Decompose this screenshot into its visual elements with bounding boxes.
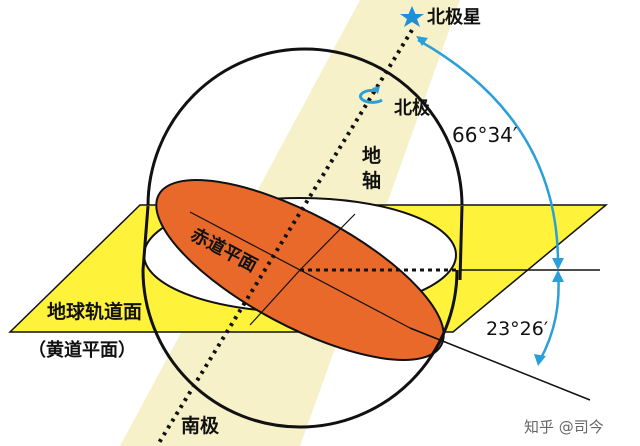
north-pole-label: 北极: [394, 98, 430, 119]
angle-tilt-label: 23°26′: [486, 318, 549, 340]
earth-axis-tilt-diagram: 北极星 北极 地 轴 66°34′ 23°26′ 赤道平面 地球轨道面 （黄道平…: [0, 0, 640, 446]
earth-axis-label-2: 轴: [362, 170, 382, 192]
polaris-label: 北极星: [427, 7, 481, 28]
watermark: 知乎 @司今: [524, 418, 604, 436]
arc-arrow-mid-top: [552, 258, 564, 270]
angle-arc-tilt: [538, 271, 560, 361]
ecliptic-plane-label: （黄道平面）: [28, 340, 136, 361]
angle-axis-label: 66°34′: [452, 123, 518, 147]
orbital-plane-label: 地球轨道面: [47, 301, 143, 323]
earth-axis-label-1: 地: [362, 145, 382, 167]
south-pole-label: 南极: [181, 415, 220, 437]
sphere-right-edge: [458, 205, 464, 281]
arc-arrow-mid-bottom: [552, 270, 564, 282]
arc-arrow-bottom: [534, 354, 546, 366]
diagram-canvas: [8, 0, 609, 446]
